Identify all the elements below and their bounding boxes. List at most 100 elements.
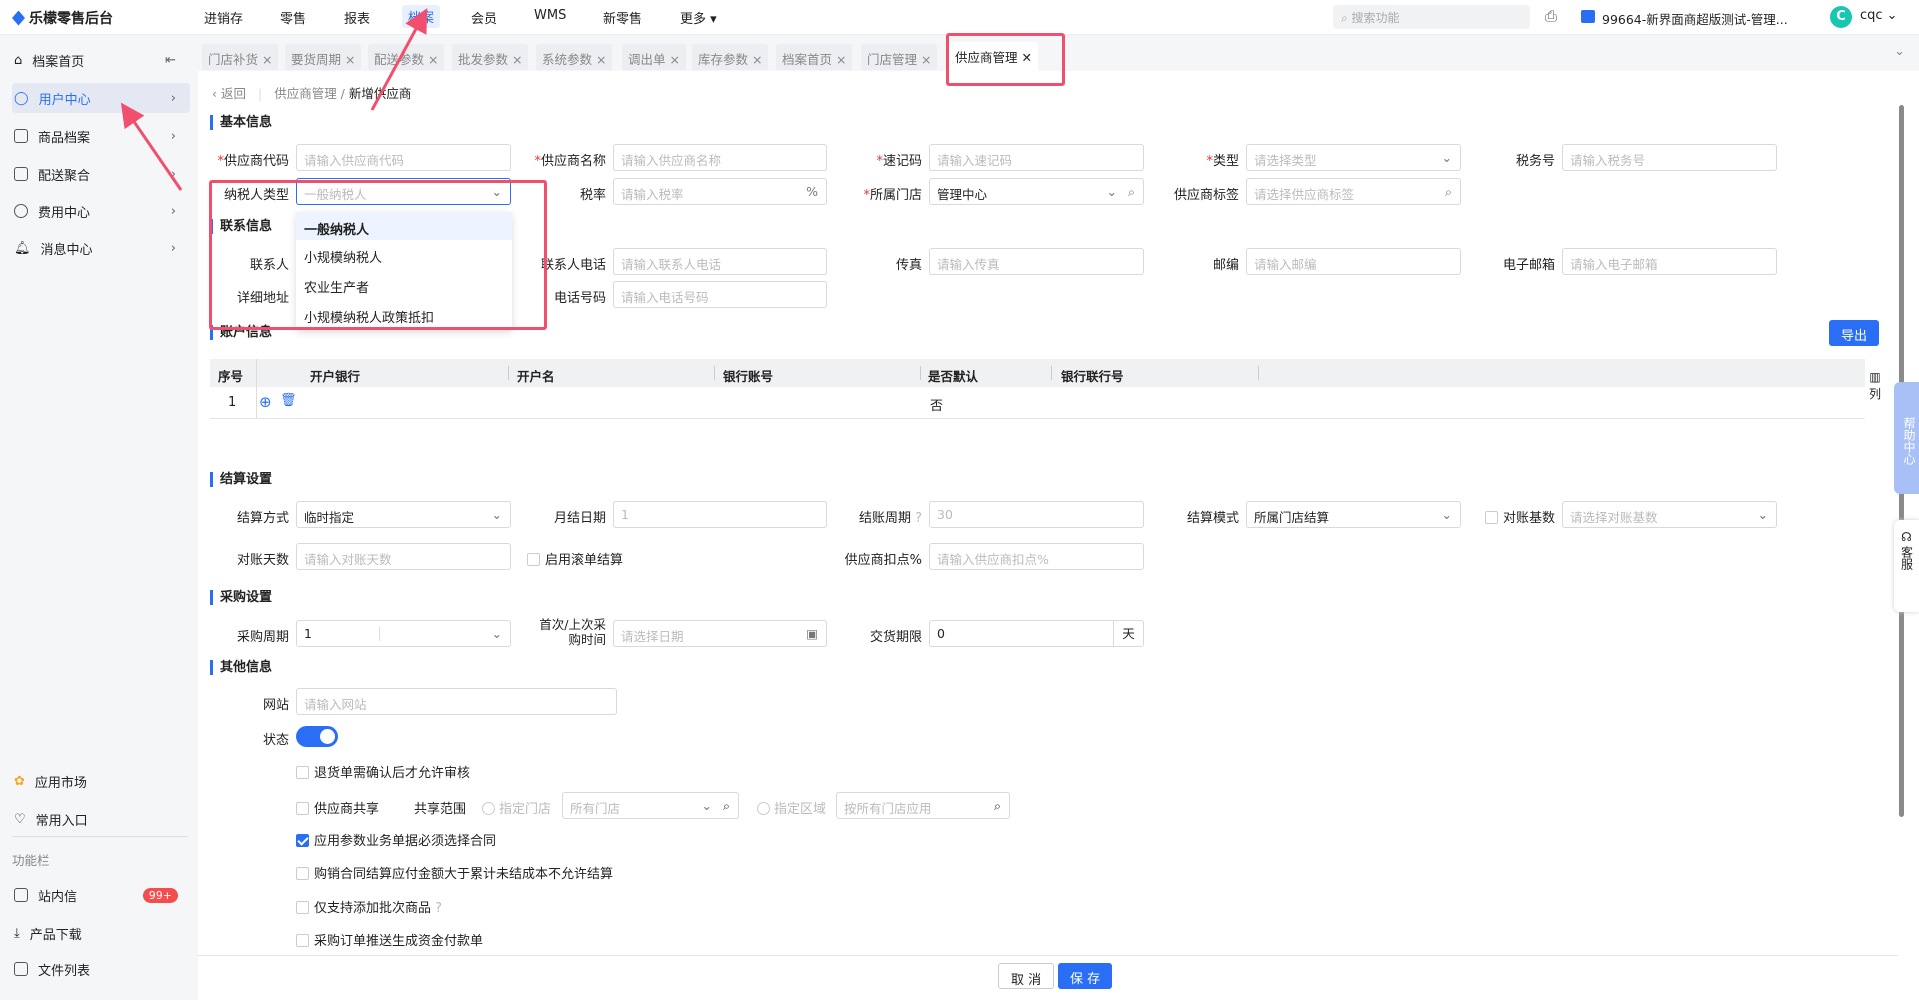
recon-days-label: 对账天数 [236, 553, 289, 568]
tab-system-params[interactable]: 系统参数 × [536, 44, 613, 70]
tab-archive-home[interactable]: 档案首页 × [776, 44, 853, 70]
supplier-code-input[interactable]: 请输入供应商代码 [296, 144, 511, 171]
contract-required-checkbox[interactable]: 应用参数业务单据必须选择合同 [296, 830, 496, 849]
avatar[interactable]: C [1830, 6, 1852, 28]
discount-label: 供应商扣点% [844, 553, 922, 568]
settle-mode-label: 结算模式 [1186, 511, 1239, 526]
tab-stock-params[interactable]: 库存参数 × [692, 44, 769, 70]
zip-input[interactable]: 请输入邮编 [1246, 248, 1461, 275]
email-input[interactable]: 请输入电子邮箱 [1562, 248, 1777, 275]
tab-order-cycle[interactable]: 要货周期 × [285, 44, 362, 70]
search-input[interactable]: ⌕ 搜索功能 [1333, 5, 1530, 29]
recon-base-select[interactable]: 请选择对账基数 ⌄ [1562, 501, 1777, 528]
highlight-box-dropdown [209, 180, 547, 330]
settle-method-select[interactable]: 临时指定 ⌄ [296, 501, 511, 528]
app-logo[interactable]: 乐檬零售后台 [12, 8, 113, 28]
scope-region-radio[interactable]: 指定区域 [757, 798, 826, 817]
delivery-limit-input[interactable]: 0天 [929, 620, 1144, 647]
store-name[interactable]: 99664-新界面商超版测试-管理... [1602, 9, 1788, 28]
settle-period-input[interactable]: 30 [929, 501, 1144, 528]
sidebar-item-download[interactable]: ⤓ 产品下载 [12, 918, 190, 948]
rolling-settle-checkbox[interactable]: 启用滚单结算 [527, 549, 623, 568]
store-icon [1581, 10, 1595, 23]
search-icon: ⌕ [1444, 184, 1452, 199]
section-settle: 结算设置 [210, 472, 272, 487]
customer-service-button[interactable]: ☊ 客服 [1894, 520, 1919, 612]
recon-base-checkbox[interactable] [1484, 511, 1498, 524]
month-day-input[interactable]: 1 [613, 501, 827, 528]
sidebar-item-user-center[interactable]: ◯ 用户中心 › [12, 83, 190, 113]
type-select[interactable]: 请选择类型 ⌄ [1246, 144, 1461, 171]
nav-retail[interactable]: 零售 [280, 8, 306, 27]
sidebar: ⌂ 档案首页 ⇤ ◯ 用户中心 › 商品档案 › 配送聚合 › 费用中心 › 🔔︎ 消息中心 › … [0, 35, 198, 1000]
settle-method-label: 结算方式 [236, 511, 289, 526]
tabs-dropdown-icon[interactable]: ⌄ [1894, 44, 1905, 59]
supplier-name-input[interactable]: 请输入供应商名称 [613, 144, 827, 171]
purchase-date-picker[interactable]: 请选择日期 ▣ [613, 620, 827, 647]
push-payment-checkbox[interactable]: 采购订单推送生成资金付款单 [296, 930, 483, 949]
sidebar-item-goods[interactable]: 商品档案 › [12, 121, 190, 151]
row-no: 1 [228, 395, 237, 410]
supplier-tag-select[interactable]: 请选择供应商标签 ⌕ [1246, 178, 1461, 205]
recon-base-label: 对账基数 [1480, 507, 1555, 526]
section-purchase: 采购设置 [210, 590, 272, 605]
tab-wholesale-params[interactable]: 批发参数 × [452, 44, 529, 70]
export-button[interactable]: 导出 [1829, 320, 1880, 346]
nav-wms[interactable]: WMS [534, 8, 566, 23]
share-scope-label: 共享范围 [414, 802, 467, 817]
tax-rate-input[interactable]: 请输入税率% [613, 178, 827, 205]
tel-input[interactable]: 请输入电话号码 [613, 281, 827, 308]
add-row-icon[interactable]: ⊕ [259, 393, 272, 411]
tab-store-replenish[interactable]: 门店补货 × [202, 44, 279, 70]
tab-store-manage[interactable]: 门店管理 × [861, 44, 938, 70]
sidebar-item-delivery[interactable]: 配送聚合 › [12, 159, 190, 189]
sidebar-item-inbox[interactable]: 站内信 99+ [12, 880, 190, 910]
nav-report[interactable]: 报表 [344, 8, 370, 27]
nav-jxc[interactable]: 进销存 [204, 8, 243, 27]
back-link[interactable]: ‹ 返回 [212, 86, 246, 101]
nav-new-retail[interactable]: 新零售 [603, 8, 642, 27]
user-name[interactable]: cqc ⌄ [1860, 8, 1898, 23]
chevron-right-icon: › [170, 240, 176, 256]
quick-code-input[interactable]: 请输入速记码 [929, 144, 1144, 171]
column-settings-button[interactable]: ▥ 列 [1869, 369, 1881, 403]
recon-days-input[interactable]: 请输入对账天数 [296, 543, 511, 570]
save-button[interactable]: 保 存 [1058, 963, 1113, 989]
contact-phone-input[interactable]: 请输入联系人电话 [613, 248, 827, 275]
collapse-icon[interactable]: ⇤ [165, 53, 176, 68]
website-input[interactable]: 请输入网站 [296, 688, 617, 715]
nav-archive[interactable]: 档案 [402, 5, 441, 28]
nav-more[interactable]: 更多 ▾ [680, 8, 717, 27]
sidebar-item-app-market[interactable]: ✿ 应用市场 [12, 766, 190, 796]
settle-mode-select[interactable]: 所属门店结算 ⌄ [1246, 501, 1461, 528]
sidebar-item-fees[interactable]: 费用中心 › [12, 196, 190, 226]
delete-row-icon[interactable]: 🗑︎ [280, 393, 297, 408]
headset-icon: ☊ [1901, 530, 1912, 544]
discount-input[interactable]: 请输入供应商扣点% [929, 543, 1144, 570]
status-toggle[interactable] [296, 726, 338, 747]
fax-input[interactable]: 请输入传真 [929, 248, 1144, 275]
help-center-button[interactable]: 帮助中心 [1894, 382, 1919, 494]
sidebar-item-favorites[interactable]: ♡ 常用入口 [12, 804, 190, 834]
tax-no-input[interactable]: 请输入税务号 [1562, 144, 1777, 171]
contract-amount-checkbox[interactable]: 购销合同结算应付金额大于累计未结成本不允许结算 [296, 863, 613, 882]
store-select[interactable]: 管理中心 ⌄ ⌕ [929, 178, 1144, 205]
nav-member[interactable]: 会员 [471, 8, 497, 27]
scope-store-radio[interactable]: 指定门店 [482, 798, 551, 817]
scope-region-select[interactable]: 按所有门店应用 ⌕ [836, 792, 1010, 819]
purchase-cycle-select[interactable]: 1 ⌄ [296, 620, 511, 647]
supplier-share-checkbox[interactable]: 供应商共享 [296, 798, 379, 817]
chevron-down-icon: ⌄ [701, 798, 712, 813]
sidebar-item-archive-home[interactable]: ⌂ 档案首页 ⇤ [12, 45, 190, 75]
cancel-button[interactable]: 取 消 [998, 963, 1055, 989]
sidebar-item-messages[interactable]: 🔔︎ 消息中心 › [12, 233, 190, 263]
tab-delivery-params[interactable]: 配送参数 × [368, 44, 445, 70]
return-confirm-checkbox[interactable]: 退货单需确认后才允许审核 [296, 762, 470, 781]
sidebar-item-files[interactable]: 文件列表 [12, 954, 190, 984]
batch-only-checkbox[interactable]: 仅支持添加批次商品 ? [296, 897, 442, 916]
breadcrumb-parent[interactable]: 供应商管理 [274, 86, 337, 101]
print-icon[interactable]: ⎙ [1545, 7, 1557, 25]
bell-icon: 🔔︎ [14, 240, 31, 256]
scope-store-select[interactable]: 所有门店 ⌄ ⌕ [562, 792, 739, 819]
tab-transfer-out[interactable]: 调出单 × [622, 44, 686, 70]
